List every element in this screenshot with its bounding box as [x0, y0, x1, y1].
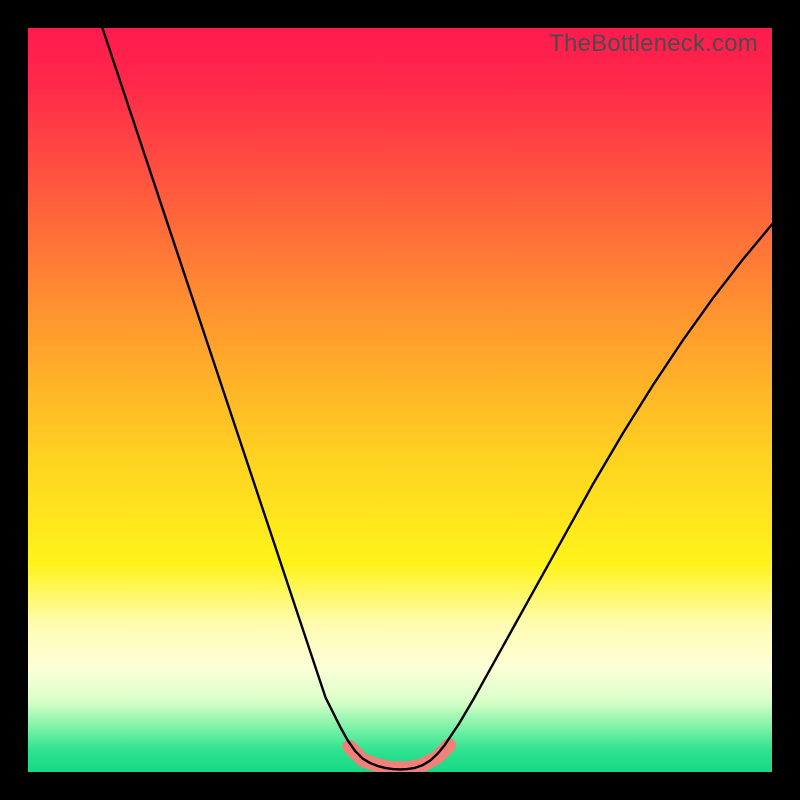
curve-layer [28, 28, 772, 772]
bottleneck-curve [102, 28, 772, 769]
chart-frame: TheBottleneck.com [0, 0, 800, 800]
plot-area: TheBottleneck.com [28, 28, 772, 772]
